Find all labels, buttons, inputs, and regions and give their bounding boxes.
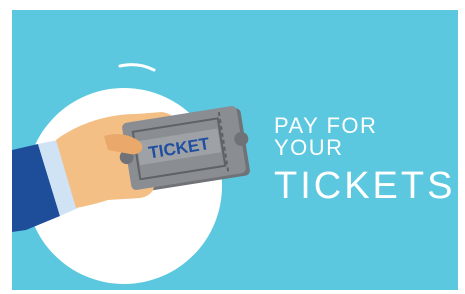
headline-line-1: PAY FOR YOUR [274,113,378,160]
headline-line-2: TICKETS [274,165,456,207]
motion-swoosh [118,63,156,72]
headline: PAY FOR YOUR TICKETS [274,113,456,207]
scene-frame: TICKET PAY FOR YOUR TICKETS [12,10,458,290]
